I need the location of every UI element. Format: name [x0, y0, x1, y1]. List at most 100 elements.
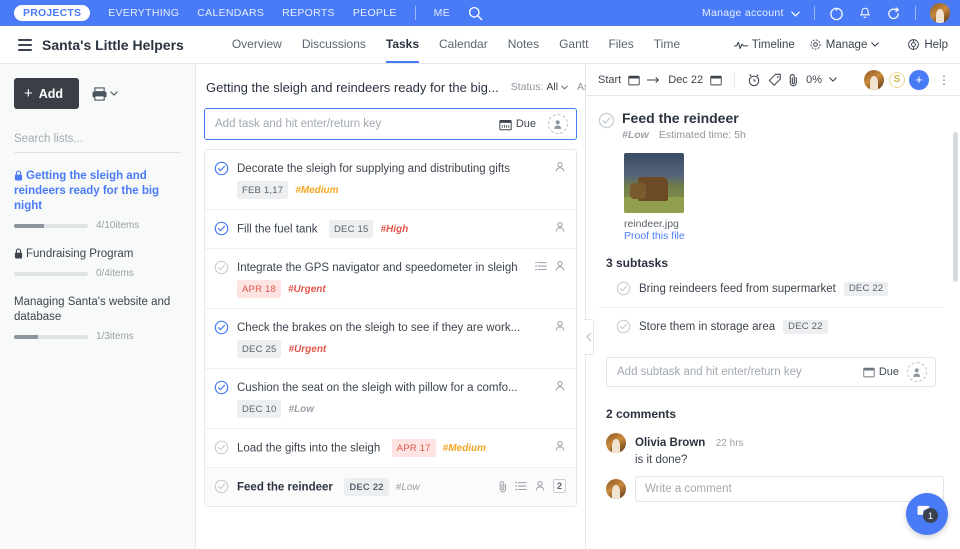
add-subtask-input[interactable] — [617, 366, 863, 378]
tab-discussions[interactable]: Discussions — [302, 26, 366, 63]
assignee-icon[interactable] — [554, 320, 566, 332]
user-avatar[interactable] — [930, 3, 950, 23]
help-button[interactable]: Help — [907, 38, 948, 51]
list-item[interactable]: Store them in storage area DEC 22 — [598, 308, 944, 345]
search-lists-input[interactable] — [14, 129, 181, 153]
due-calendar-icon[interactable] — [710, 74, 722, 86]
nav-item-projects[interactable]: PROJECTS — [14, 5, 91, 21]
assignee-icon[interactable] — [554, 260, 566, 272]
filter-status-label: Status: — [510, 81, 544, 93]
subtask-checkbox[interactable] — [616, 319, 631, 334]
tab-notes[interactable]: Notes — [508, 26, 539, 63]
task-date-badge: APR 18 — [237, 280, 281, 298]
comment-count-badge[interactable]: 2 — [552, 479, 566, 493]
tab-tasks[interactable]: Tasks — [385, 26, 420, 63]
tab-time[interactable]: Time — [654, 26, 680, 63]
avatar-initial[interactable]: S — [887, 69, 907, 90]
comment-input[interactable] — [635, 476, 944, 502]
chevron-down-icon[interactable] — [829, 77, 837, 82]
due-label: Due — [515, 118, 536, 130]
tab-calendar[interactable]: Calendar — [439, 26, 488, 63]
logout-icon[interactable] — [886, 6, 901, 21]
tab-gantt[interactable]: Gantt — [559, 26, 588, 63]
assignee-icon[interactable] — [554, 440, 566, 452]
sidebar-toggle-button[interactable] — [18, 36, 32, 54]
add-label: Add — [38, 86, 64, 101]
avatar[interactable] — [864, 69, 884, 90]
nav-item-reports[interactable]: REPORTS — [282, 7, 335, 19]
reminder-icon[interactable] — [747, 73, 761, 87]
comment-body: Olivia Brown 22 hrs is it done? — [635, 433, 744, 466]
timeline-label: Timeline — [751, 38, 795, 51]
print-button[interactable] — [91, 86, 118, 101]
panel-collapse-button[interactable] — [584, 319, 594, 355]
task-checkbox[interactable] — [214, 221, 229, 236]
add-subtask-bar[interactable]: Due — [606, 357, 936, 387]
table-row[interactable]: Decorate the sleigh for supplying and di… — [205, 150, 576, 210]
due-date-value[interactable]: Dec 22 — [668, 74, 703, 86]
timer-icon[interactable] — [829, 6, 844, 21]
attachment-icon[interactable] — [789, 73, 799, 87]
task-checkbox[interactable] — [214, 320, 229, 335]
list-icon[interactable] — [535, 261, 547, 272]
manage-button[interactable]: Manage — [809, 38, 880, 51]
proof-file-link[interactable]: Proof this file — [624, 230, 944, 242]
subtask-checkbox[interactable] — [616, 281, 631, 296]
start-calendar-icon[interactable] — [628, 74, 640, 86]
table-row[interactable]: Cushion the seat on the sleigh with pill… — [205, 369, 576, 429]
list-icon[interactable] — [514, 481, 527, 492]
attachment-icon[interactable] — [499, 480, 508, 493]
avatar[interactable] — [606, 433, 626, 453]
assignee-icon[interactable] — [554, 161, 566, 173]
task-checkbox[interactable] — [214, 161, 229, 176]
bell-icon[interactable] — [858, 6, 872, 21]
task-row-icons — [535, 259, 566, 272]
progress-value[interactable]: 0% — [806, 74, 822, 86]
nav-item-everything[interactable]: EVERYTHING — [108, 7, 179, 19]
tag-icon[interactable] — [768, 73, 782, 87]
table-row[interactable]: Check the brakes on the sleigh to see if… — [205, 309, 576, 369]
filter-status[interactable]: Status: All — [511, 81, 568, 93]
table-row-selected[interactable]: Feed the reindeer DEC 22 #Low 2 — [205, 468, 576, 506]
nav-item-people[interactable]: PEOPLE — [353, 7, 397, 19]
tab-files[interactable]: Files — [608, 26, 633, 63]
table-row[interactable]: Fill the fuel tank DEC 15 #High — [205, 210, 576, 249]
table-row[interactable]: Load the gifts into the sleigh APR 17 #M… — [205, 429, 576, 468]
sidebar-list-item-0[interactable]: Getting the sleigh and reindeers ready f… — [14, 169, 181, 231]
table-row[interactable]: Integrate the GPS navigator and speedome… — [205, 249, 576, 309]
task-checkbox[interactable] — [214, 260, 229, 275]
add-task-assignee-button[interactable] — [548, 114, 568, 134]
add-task-input[interactable] — [215, 118, 499, 130]
search-icon[interactable] — [468, 6, 483, 21]
add-task-bar[interactable]: Due — [204, 108, 577, 140]
task-checkbox[interactable] — [214, 380, 229, 395]
add-task-due-button[interactable]: Due — [499, 118, 536, 131]
assignee-icon[interactable] — [534, 480, 546, 492]
manage-account-button[interactable]: Manage account — [702, 7, 800, 19]
subtasks-heading: 3 subtasks — [606, 256, 669, 270]
task-checkbox[interactable] — [214, 479, 229, 494]
global-topbar: PROJECTS EVERYTHING CALENDARS REPORTS PE… — [0, 0, 960, 26]
attachment-filename: reindeer.jpg — [624, 218, 679, 230]
sidebar-list-item-1[interactable]: Fundraising Program 0/4items — [14, 247, 181, 279]
chat-support-button[interactable]: 1 — [906, 493, 948, 535]
subtask-assignee-button[interactable] — [907, 362, 927, 382]
attachment-thumbnail[interactable] — [624, 153, 684, 213]
nav-item-calendars[interactable]: CALENDARS — [197, 7, 264, 19]
task-checkbox[interactable] — [214, 440, 229, 455]
list-item[interactable]: Bring reindeers feed from supermarket DE… — [598, 270, 944, 308]
tab-overview[interactable]: Overview — [232, 26, 282, 63]
start-date-button[interactable]: Start — [598, 74, 621, 86]
detail-scrollbar[interactable] — [953, 132, 958, 282]
assignee-icon[interactable] — [554, 380, 566, 392]
subtask-due-button[interactable]: Due — [863, 366, 899, 378]
nav-item-me[interactable]: ME — [434, 7, 450, 19]
task-content: Load the gifts into the sleigh APR 17 #M… — [229, 439, 554, 457]
kebab-menu-icon[interactable]: ⋮ — [938, 74, 950, 86]
detail-task-checkbox[interactable] — [598, 112, 615, 129]
sidebar-list-item-2[interactable]: Managing Santa's website and database 1/… — [14, 295, 181, 342]
add-button[interactable]: + Add — [14, 78, 80, 109]
assignee-icon[interactable] — [554, 221, 566, 233]
timeline-button[interactable]: Timeline — [733, 38, 795, 51]
add-assignee-button[interactable]: + — [909, 69, 929, 90]
